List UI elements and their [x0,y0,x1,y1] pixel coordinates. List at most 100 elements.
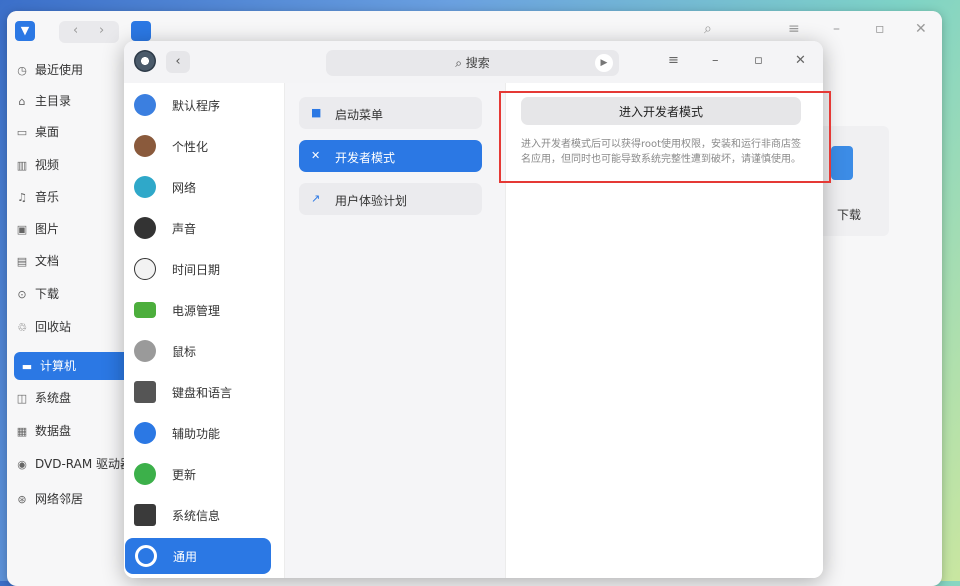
system-info-icon [134,504,156,526]
sidebar-item-computer[interactable]: ▬ 计算机 [14,352,139,380]
submenu-user-experience[interactable]: ↗ 用户体验计划 [299,183,482,215]
highlight-box [499,91,831,183]
submenu-label: 开发者模式 [335,151,396,165]
module-default-apps[interactable]: 默认程序 [124,87,270,123]
keyboard-icon [134,381,156,403]
module-network[interactable]: 网络 [124,169,270,205]
close-icon[interactable]: ✕ [915,21,927,37]
voice-icon[interactable]: ▶ [595,54,613,72]
sidebar-item-documents[interactable]: ▤ 文档 [15,247,135,275]
module-datetime[interactable]: 时间日期 [124,251,270,287]
sidebar-item-trash[interactable]: ♲ 回收站 [15,313,135,341]
update-icon [134,463,156,485]
clock-icon [134,258,156,280]
module-general[interactable]: 通用 [125,538,271,574]
close-icon[interactable]: ✕ [795,53,806,68]
speaker-icon [134,217,156,239]
sidebar-item-videos[interactable]: ▥ 视频 [15,151,135,179]
clock-icon: ◷ [17,64,27,77]
back-arrow-icon[interactable]: ‹ [73,23,78,38]
submenu-boot-menu[interactable]: ■ 启动菜单 [299,97,482,129]
module-label: 时间日期 [172,263,221,277]
document-icon: ▤ [16,255,28,268]
sidebar-label: 系统盘 [35,391,72,405]
module-label: 键盘和语言 [172,386,233,400]
sidebar-label: 视频 [35,158,60,172]
module-label: 鼠标 [172,345,197,359]
sidebar-item-pictures[interactable]: ▣ 图片 [15,215,135,243]
sidebar-label: 图片 [35,222,60,236]
network-icon: ⊛ [17,493,27,506]
computer-tab-icon[interactable] [131,21,151,41]
module-label: 个性化 [172,140,209,154]
folder-label: 下载 [837,208,862,222]
minimize-icon[interactable]: – [712,53,719,68]
submenu-label: 用户体验计划 [335,194,408,208]
sidebar-item-system-disk[interactable]: ◫ 系统盘 [15,384,135,412]
module-label: 更新 [172,468,197,482]
picture-icon: ▣ [16,223,28,236]
search-icon[interactable]: ⌕ [704,21,712,37]
disk-icon: ◫ [16,392,28,405]
dvd-icon: ◉ [17,458,27,471]
sidebar-item-dvd[interactable]: ◉ DVD-RAM 驱动器 [15,450,135,478]
module-label: 网络 [172,181,197,195]
network-icon [134,176,156,198]
maximize-icon[interactable]: ▫ [875,21,885,37]
module-accessibility[interactable]: 辅助功能 [124,415,270,451]
sidebar-label: 文档 [35,254,60,268]
desktop-icon: ▭ [16,126,28,139]
module-keyboard[interactable]: 键盘和语言 [124,374,270,410]
sidebar-label: 音乐 [35,190,60,204]
sidebar-label: 主目录 [35,94,72,108]
sidebar-item-downloads[interactable]: ⊙ 下载 [15,280,135,308]
module-label: 默认程序 [172,99,221,113]
back-button[interactable]: ‹ [166,51,190,73]
menu-icon[interactable]: ≡ [668,53,679,68]
sidebar-item-music[interactable]: ♫ 音乐 [15,183,135,211]
sidebar-label: 网络邻居 [35,492,84,506]
submenu-developer-mode[interactable]: ✕ 开发者模式 [299,140,482,172]
module-label: 系统信息 [172,509,221,523]
module-system-info[interactable]: 系统信息 [124,497,270,533]
module-personalization[interactable]: 个性化 [124,128,270,164]
default-apps-icon [134,94,156,116]
video-icon: ▥ [16,159,28,172]
general-submenu: ■ 启动菜单 ✕ 开发者模式 ↗ 用户体验计划 [285,83,506,578]
module-list: 默认程序 个性化 网络 声音 时间日期 电源管理 鼠标 键盘和语言 辅助功能 更… [124,83,285,578]
module-label: 通用 [173,550,198,564]
module-sound[interactable]: 声音 [124,210,270,246]
menu-icon[interactable]: ≡ [788,21,800,37]
search-input[interactable]: ⌕ 搜索 ▶ [326,50,619,76]
module-mouse[interactable]: 鼠标 [124,333,270,369]
control-center-titlebar: ‹ ⌕ 搜索 ▶ ≡ – ▫ ✕ [124,41,823,83]
folder-icon [831,146,853,180]
module-label: 辅助功能 [172,427,221,441]
module-power[interactable]: 电源管理 [124,292,270,328]
file-manager-sidebar: ◷ 最近使用 ⌂ 主目录 ▭ 桌面 ▥ 视频 ♫ 音乐 ▣ 图片 ▤ 文档 ⊙ 下载 ♲ 回收站 … [7,53,139,586]
sidebar-label: 数据盘 [35,424,72,438]
sidebar-item-home[interactable]: ⌂ 主目录 [15,87,135,115]
search-placeholder: 搜索 [465,56,490,70]
computer-icon: ▬ [21,360,33,373]
sidebar-item-network[interactable]: ⊛ 网络邻居 [15,485,135,513]
disk-icon: ▦ [16,425,28,438]
sidebar-item-desktop[interactable]: ▭ 桌面 [15,118,135,146]
maximize-icon[interactable]: ▫ [754,53,763,68]
sidebar-label: 最近使用 [35,63,84,77]
tools-icon: ✕ [311,149,321,162]
minimize-icon[interactable]: – [833,21,840,37]
general-icon [135,545,157,567]
sidebar-label: DVD-RAM 驱动器 [35,457,133,471]
nav-buttons: ‹ › [59,21,119,43]
accessibility-icon [134,422,156,444]
forward-arrow-icon[interactable]: › [99,23,104,38]
sidebar-label: 计算机 [40,359,77,373]
download-icon: ⊙ [17,288,27,301]
sidebar-item-data-disk[interactable]: ▦ 数据盘 [15,417,135,445]
search-icon: ⌕ [455,56,466,70]
mouse-icon [134,340,156,362]
sidebar-item-recent[interactable]: ◷ 最近使用 [15,56,135,84]
module-label: 声音 [172,222,197,236]
module-update[interactable]: 更新 [124,456,270,492]
